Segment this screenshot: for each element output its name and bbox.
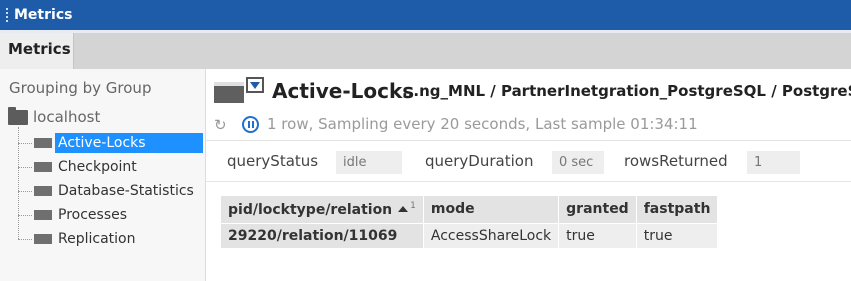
drag-grip-icon[interactable] — [4, 6, 12, 24]
refresh-icon[interactable]: ↻ — [214, 117, 230, 133]
tree-root-label: localhost — [33, 108, 101, 126]
cell-granted: true — [558, 222, 637, 248]
query-params: queryStatus idle queryDuration 0 sec row… — [206, 140, 851, 182]
table-icon — [34, 162, 52, 172]
column-header-pid-locktype-relation[interactable]: pid/locktype/relation 1 — [221, 196, 424, 223]
param-value-query-duration: 0 sec — [552, 151, 604, 174]
cell-fastpath: true — [636, 222, 719, 248]
window-title: Metrics — [14, 7, 73, 23]
table-header-row: pid/locktype/relation 1 mode granted fast… — [221, 196, 719, 223]
param-value-rows-returned: 1 — [747, 151, 800, 174]
metric-table-icon — [214, 77, 266, 103]
table-icon — [34, 186, 52, 196]
sidebar-item-active-locks[interactable]: Active-Locks — [18, 132, 203, 154]
sidebar-item-label: Replication — [58, 231, 136, 247]
table-icon — [34, 210, 52, 220]
tab-strip: Metrics — [0, 33, 851, 69]
sidebar-item-checkpoint[interactable]: Checkpoint — [18, 156, 140, 178]
sidebar-item-label: Processes — [58, 207, 128, 223]
param-label-query-duration: queryDuration — [425, 152, 534, 170]
sidebar-item-label: Active-Locks — [55, 133, 203, 153]
table-icon — [34, 234, 52, 244]
table-row[interactable]: 29220/relation/11069 AccessShareLock tru… — [221, 222, 719, 248]
table-icon — [34, 138, 52, 148]
sort-ascending-icon — [398, 205, 409, 212]
cell-mode: AccessShareLock — [423, 222, 560, 248]
column-header-granted[interactable]: granted — [558, 196, 637, 223]
folder-icon — [8, 106, 28, 125]
tree-root-localhost[interactable]: localhost — [8, 106, 101, 126]
sidebar-item-replication[interactable]: Replication — [18, 228, 138, 250]
column-header-fastpath[interactable]: fastpath — [636, 196, 719, 223]
param-label-query-status: queryStatus — [227, 152, 319, 170]
page-title: Active-Locks — [272, 79, 415, 103]
tab-metrics[interactable]: Metrics — [0, 33, 74, 69]
sidebar-item-database-statistics[interactable]: Database-Statistics — [18, 180, 197, 202]
param-value-query-status: idle — [336, 151, 402, 174]
sidebar-item-label: Checkpoint — [58, 159, 137, 175]
sort-order: 1 — [410, 200, 416, 211]
breadcrumb: ...ng_MNL / PartnerInetgration_PostgreSQ… — [402, 82, 851, 100]
window-titlebar: Metrics — [0, 0, 851, 30]
grouping-label: Grouping by Group — [9, 79, 152, 97]
param-label-rows-returned: rowsReturned — [624, 152, 728, 170]
locks-table: pid/locktype/relation 1 mode granted fast… — [221, 196, 719, 248]
sidebar-item-processes[interactable]: Processes — [18, 204, 130, 226]
pause-icon[interactable] — [242, 116, 259, 133]
cell-pid-locktype-relation: 29220/relation/11069 — [221, 222, 424, 248]
filter-icon[interactable] — [246, 77, 264, 93]
sampling-status: 1 row, Sampling every 20 seconds, Last s… — [267, 115, 698, 133]
column-header-mode[interactable]: mode — [423, 196, 560, 223]
sidebar-item-label: Database-Statistics — [58, 183, 194, 199]
sidebar: Grouping by Group localhost Active-Locks… — [0, 69, 206, 281]
